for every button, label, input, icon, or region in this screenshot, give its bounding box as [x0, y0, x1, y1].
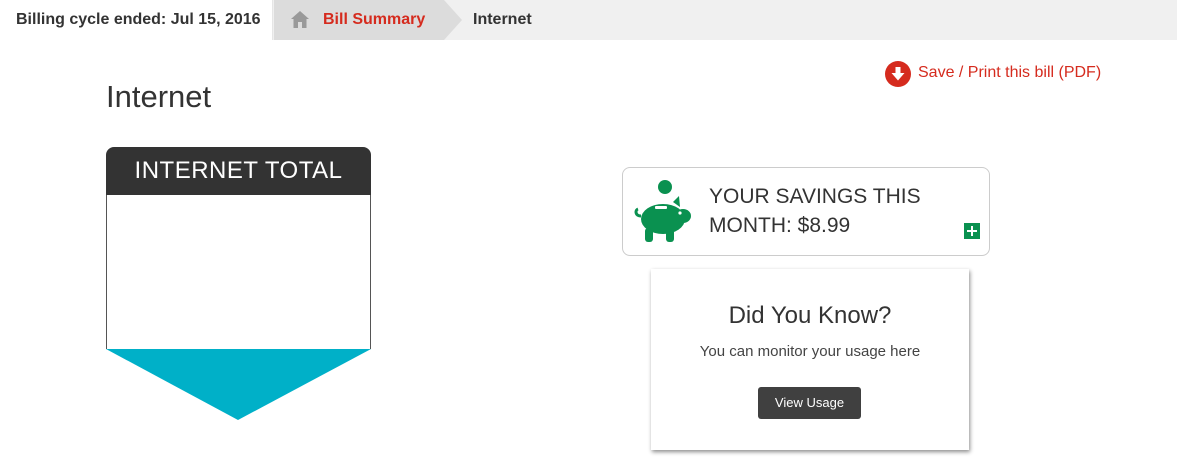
save-print-bill-label[interactable]: Save / Print this bill (PDF) [918, 64, 1101, 82]
expand-savings-plus-icon[interactable] [964, 223, 980, 239]
page-title: Internet [106, 79, 212, 114]
savings-text: YOUR SAVINGS THIS MONTH: $8.99 [709, 182, 949, 240]
savings-amount: MONTH: $8.99 [709, 214, 851, 237]
internet-total-heading: INTERNET TOTAL [106, 147, 371, 195]
home-icon [291, 11, 309, 28]
download-arrow-icon [885, 61, 911, 87]
billing-cycle-label: Billing cycle ended: Jul 15, 2016 [7, 0, 273, 40]
view-usage-button[interactable]: View Usage [758, 387, 861, 419]
did-you-know-text: You can monitor your usage here [699, 343, 921, 360]
badge-point-shape [106, 349, 371, 420]
did-you-know-card: Did You Know? You can monitor your usage… [651, 269, 969, 450]
breadcrumb-bill-summary[interactable]: Bill Summary [274, 0, 462, 40]
breadcrumb-current: Internet [473, 11, 532, 28]
piggy-bank-icon [634, 180, 691, 242]
breadcrumb-bill-summary-link[interactable]: Bill Summary [323, 0, 425, 40]
breadcrumb: Billing cycle ended: Jul 15, 2016 Bill S… [7, 0, 1177, 40]
internet-total-body [106, 195, 371, 349]
savings-line-1: YOUR SAVINGS THIS [709, 185, 921, 208]
did-you-know-heading: Did You Know? [728, 302, 892, 329]
internet-total-badge: INTERNET TOTAL [106, 147, 371, 422]
savings-card: YOUR SAVINGS THIS MONTH: $8.99 [622, 167, 990, 256]
